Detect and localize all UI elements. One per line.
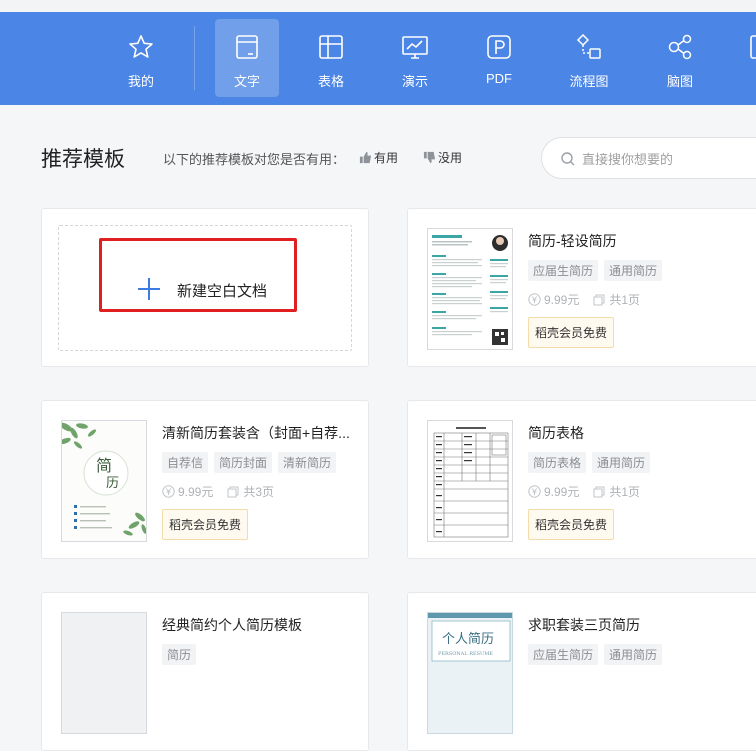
thumbs-up-icon: [359, 151, 372, 164]
feedback-prompt: 以下的推荐模板对您是否有用：: [163, 152, 346, 167]
template-pages: 共1页: [609, 485, 641, 499]
template-title[interactable]: 求职套装三页简历: [528, 615, 723, 635]
yen-coin-icon: [528, 485, 541, 498]
star-icon: [129, 35, 153, 58]
template-title[interactable]: 清新简历套装含（封面+自荐...: [162, 423, 357, 443]
cover-title: 个人简历: [442, 631, 494, 647]
template-thumbnail[interactable]: [61, 612, 147, 734]
floral-title-char-1: 简: [96, 456, 112, 475]
resume-preview-image: [432, 235, 508, 345]
pages-icon: [593, 486, 605, 497]
template-pages: 共3页: [243, 485, 275, 499]
template-tag[interactable]: 通用简历: [604, 644, 663, 665]
app-toolbar: 我的 文字 表格 演示 PDF 流程图 脑图 H: [0, 12, 756, 105]
plus-icon[interactable]: [137, 277, 161, 301]
template-title[interactable]: 简历表格: [528, 423, 723, 443]
toolbar-item-label: PDF: [486, 71, 512, 86]
template-tags: 简历表格 通用简历: [528, 452, 651, 473]
template-tag[interactable]: 简历封面: [214, 452, 273, 473]
template-pages: 共1页: [609, 293, 641, 307]
window-top-strip: [0, 0, 756, 12]
toolbar-item-pdf[interactable]: PDF: [467, 19, 531, 97]
template-price: 9.99元: [178, 485, 214, 499]
template-meta: 9.99元 共1页: [528, 483, 640, 500]
template-thumbnail[interactable]: 简 历: [61, 420, 147, 542]
toolbar-item-writer[interactable]: 文字: [215, 19, 279, 97]
template-tag[interactable]: 应届生简历: [528, 260, 599, 281]
yen-coin-icon: [528, 293, 541, 306]
toolbar-item-label: 表格: [317, 74, 344, 89]
search-icon: [561, 152, 575, 166]
template-tag[interactable]: 应届生简历: [528, 644, 599, 665]
yen-coin-icon: [162, 485, 175, 498]
template-tags: 应届生简历 通用简历: [528, 260, 663, 281]
new-blank-doc-label[interactable]: 新建空白文档: [177, 280, 267, 301]
toolbar-item-mindmap[interactable]: 脑图: [648, 19, 712, 97]
toolbar-item-mine[interactable]: 我的: [109, 19, 173, 97]
toolbar-item-label: 文字: [233, 74, 260, 89]
vip-free-badge[interactable]: 稻壳会员免费: [162, 509, 249, 540]
toolbar-item-label: 演示: [401, 74, 428, 89]
template-card[interactable]: 经典简约个人简历模板 简历: [41, 592, 369, 751]
template-title[interactable]: 经典简约个人简历模板: [162, 615, 357, 635]
template-search-box[interactable]: [541, 137, 756, 179]
toolbar-item-label: 流程图: [569, 74, 609, 89]
table-icon: [319, 35, 343, 59]
template-tags: 简历: [162, 644, 197, 665]
template-thumbnail[interactable]: [427, 228, 513, 350]
cover-subtitle: PERSONAL RESUME: [438, 651, 493, 657]
vip-free-badge[interactable]: 稻壳会员免费: [528, 509, 615, 540]
toolbar-item-flowchart[interactable]: 流程图: [557, 19, 621, 97]
template-tag[interactable]: 通用简历: [592, 452, 651, 473]
flowchart-icon: [576, 33, 601, 59]
template-tag[interactable]: 清新简历: [278, 452, 337, 473]
template-card[interactable]: 简 历 清新简历套装含（封面+自荐... 自荐信 简历封面 清新简历 9.99元…: [41, 400, 369, 559]
pages-icon: [593, 294, 605, 305]
search-input[interactable]: [582, 149, 756, 169]
template-tags: 自荐信 简历封面 清新简历: [162, 452, 337, 473]
template-thumbnail[interactable]: 个人简历 PERSONAL RESUME: [427, 612, 513, 734]
toolbar-item-label: H: [730, 71, 756, 86]
template-meta: 9.99元 共1页: [528, 291, 640, 308]
toolbar-item-label: 我的: [127, 74, 154, 89]
document-icon: [236, 35, 258, 59]
useless-label: 没用: [438, 151, 463, 165]
toolbar-item-presentation[interactable]: 演示: [383, 19, 447, 97]
template-card[interactable]: 简历表格 简历表格 通用简历 9.99元 共1页 稻壳会员免费: [407, 400, 756, 559]
resume-table-preview: [433, 427, 509, 538]
more-icon: [750, 35, 756, 59]
vip-free-badge[interactable]: 稻壳会员免费: [528, 317, 615, 348]
useless-button[interactable]: 没用: [423, 149, 462, 166]
section-title: 推荐模板: [41, 148, 125, 171]
template-tag[interactable]: 通用简历: [604, 260, 663, 281]
template-price: 9.99元: [544, 485, 580, 499]
template-tag[interactable]: 简历: [162, 644, 197, 665]
template-price: 9.99元: [544, 293, 580, 307]
toolbar-divider: [194, 26, 195, 90]
pages-icon: [227, 486, 239, 497]
toolbar-item-more[interactable]: H: [730, 19, 756, 97]
template-thumbnail[interactable]: [427, 420, 513, 542]
floral-title-char-2: 历: [106, 476, 119, 491]
mindmap-icon: [668, 34, 692, 60]
useful-button[interactable]: 有用: [359, 149, 398, 166]
template-card[interactable]: 个人简历 PERSONAL RESUME 求职套装三页简历 应届生简历 通用简历: [407, 592, 756, 751]
template-meta: 9.99元 共3页: [162, 483, 274, 500]
useful-label: 有用: [374, 151, 399, 165]
toolbar-item-label: 脑图: [666, 74, 693, 89]
template-tag[interactable]: 自荐信: [162, 452, 209, 473]
floral-resume-preview: 简 历: [62, 421, 146, 541]
thumbs-down-icon: [423, 151, 436, 164]
toolbar-item-spreadsheet[interactable]: 表格: [299, 19, 363, 97]
pdf-icon: [487, 35, 511, 59]
presentation-icon: [402, 36, 428, 59]
resume-cover-preview: 个人简历 PERSONAL RESUME: [428, 613, 512, 733]
template-title[interactable]: 简历-轻设简历: [528, 231, 723, 251]
template-card[interactable]: 简历-轻设简历 应届生简历 通用简历 9.99元 共1页 稻壳会员免费: [407, 208, 756, 367]
template-tag[interactable]: 简历表格: [528, 452, 587, 473]
template-tags: 应届生简历 通用简历: [528, 644, 663, 665]
